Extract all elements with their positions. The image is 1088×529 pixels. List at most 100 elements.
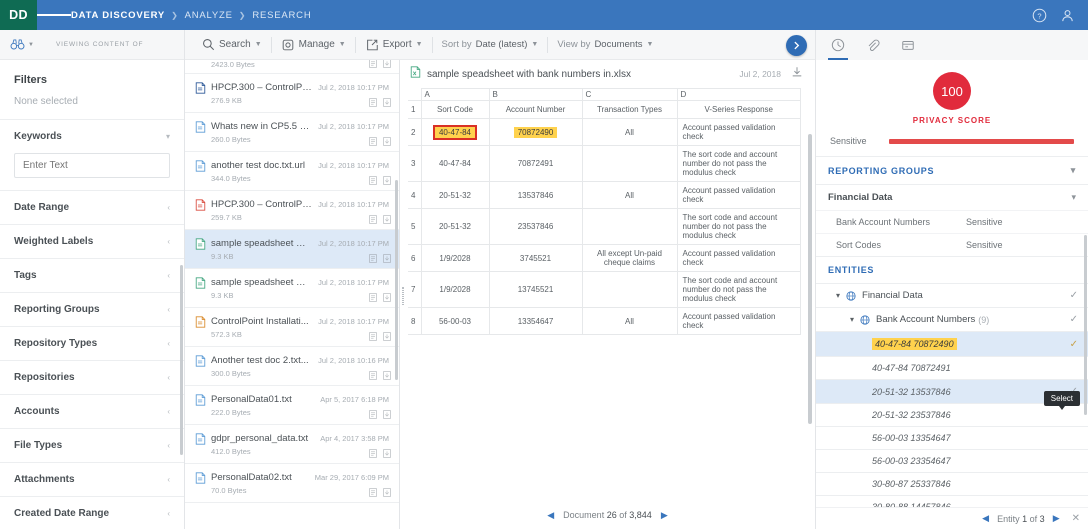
collapse-panel-button[interactable] (786, 35, 807, 56)
next-document-button[interactable]: ▶ (661, 510, 668, 521)
spreadsheet-viewport[interactable]: A B C D 1 Sort Code Account Number Transaction … (400, 88, 815, 501)
spreadsheet-column-letter[interactable]: C (581, 88, 678, 101)
entities-section-header[interactable]: ENTITIES (816, 256, 1088, 283)
sidebar-scrollbar-thumb[interactable] (180, 265, 183, 455)
cell-account-number[interactable]: 3745521 (488, 244, 583, 272)
cell-sort-code[interactable]: 20-51-32 (420, 208, 490, 245)
hamburger-menu-icon[interactable] (37, 0, 71, 30)
cell-sort-code[interactable]: 40-47-84 (420, 118, 490, 146)
details-scrollbar-thumb[interactable] (1084, 235, 1087, 415)
filter-section-keywords[interactable]: Keywords ▾ (0, 119, 184, 153)
document-list-item[interactable]: gdpr_personal_data.txt Apr 4, 2017 3:58 P… (185, 425, 399, 464)
document-list-item[interactable]: Another test doc 2.txt... Jul 2, 2018 10:… (185, 347, 399, 386)
filter-section-weighted-labels[interactable]: Weighted Labels ‹ (0, 224, 184, 258)
prev-entity-button[interactable]: ◀ (982, 513, 989, 524)
filters-scroll-area[interactable]: Filters None selected Keywords ▾ Date Ra… (0, 60, 184, 529)
entity-value-row[interactable]: 20-51-32 23537846 (816, 403, 1088, 426)
keywords-input[interactable] (14, 153, 170, 178)
cell-vseries-response[interactable]: The sort code and account number do not … (676, 145, 801, 182)
cell-account-number[interactable]: 13745521 (488, 271, 583, 308)
entity-check-icon[interactable]: ✓ (1070, 290, 1078, 301)
document-list-item[interactable]: PersonalData01.txt Apr 5, 2017 6:18 PM 222… (185, 386, 399, 425)
document-list-item-actions[interactable] (369, 371, 391, 380)
export-button[interactable]: Export ▼ (356, 38, 432, 52)
tab-attachments[interactable] (860, 30, 886, 60)
cell-vseries-response[interactable]: Account passed validation check (676, 181, 801, 209)
filter-section-accounts[interactable]: Accounts ‹ (0, 394, 184, 428)
breadcrumb-item-research[interactable]: RESEARCH (252, 10, 311, 21)
filter-section-repository-types[interactable]: Repository Types ‹ (0, 326, 184, 360)
document-scrollbar-thumb[interactable] (808, 134, 812, 424)
document-list-item-actions[interactable] (369, 410, 391, 419)
sort-by-dropdown[interactable]: Sort by Date (latest) ▼ (433, 39, 548, 50)
filter-section-repositories[interactable]: Repositories ‹ (0, 360, 184, 394)
document-list-item-actions[interactable] (369, 176, 391, 185)
help-circle-icon[interactable]: ? (1032, 8, 1047, 23)
cell-vseries-response[interactable]: The sort code and account number do not … (676, 271, 801, 308)
document-list-item-actions[interactable] (369, 254, 391, 263)
tab-metadata[interactable] (895, 30, 921, 60)
document-list-scrollbar-thumb[interactable] (395, 180, 398, 380)
tab-privacy-gauge[interactable] (825, 30, 851, 60)
cell-sort-code[interactable]: 1/9/2028 (420, 271, 490, 308)
spreadsheet-column-letter[interactable]: B (488, 88, 583, 101)
spreadsheet-column-letter[interactable]: D (676, 88, 801, 101)
cell-account-number[interactable]: 70872490 (488, 118, 583, 146)
app-logo[interactable]: DD (0, 0, 37, 30)
filter-section-date-range[interactable]: Date Range ‹ (0, 190, 184, 224)
entity-value-row[interactable]: 56-00-03 13354647 (816, 426, 1088, 449)
cell-vseries-response[interactable]: The sort code and account number do not … (676, 208, 801, 245)
download-icon[interactable] (791, 65, 803, 83)
cell-transaction-types[interactable] (581, 208, 678, 245)
user-icon[interactable] (1060, 8, 1075, 23)
entity-value-row[interactable]: 30-80-87 25337846 (816, 472, 1088, 495)
document-list-item-actions[interactable] (369, 449, 391, 458)
document-list-item[interactable]: Whats new in CP5.5 - ... Jul 2, 2018 10:1… (185, 113, 399, 152)
cell-vseries-response[interactable]: Account passed validation check (676, 118, 801, 146)
document-list-item[interactable]: ControlPoint Installati... Jul 2, 2018 10… (185, 308, 399, 347)
entity-check-icon[interactable]: ✓ (1070, 314, 1078, 325)
entity-value-row[interactable]: 40-47-84 70872491 (816, 356, 1088, 379)
entity-node-bank-account-numbers[interactable]: ▾ Bank Account Numbers (9) ✓ (816, 307, 1088, 331)
cell-vseries-response[interactable]: Account passed validation check (676, 244, 801, 272)
document-list-item-actions[interactable] (369, 215, 391, 224)
reporting-group-financial-data[interactable]: Financial Data ▾ (816, 184, 1088, 210)
cell-transaction-types[interactable]: All (581, 307, 678, 335)
filter-section-attachments[interactable]: Attachments ‹ (0, 462, 184, 496)
breadcrumb-item-analyze[interactable]: ANALYZE (185, 10, 233, 21)
cell-transaction-types[interactable]: All (581, 181, 678, 209)
document-list-item[interactable]: HPCP.300 – ControlPo... Jul 2, 2018 10:17… (185, 74, 399, 113)
document-list-item[interactable]: HPCP.300 – ControlPo... Jul 2, 2018 10:17… (185, 191, 399, 230)
filter-section-reporting-groups[interactable]: Reporting Groups ‹ (0, 292, 184, 326)
document-list-item-actions[interactable] (369, 98, 391, 107)
document-list-item-actions[interactable] (369, 488, 391, 497)
details-body[interactable]: 100 PRIVACY SCORE Sensitive REPORTING GR… (816, 60, 1088, 507)
document-list-item[interactable]: sample speadsheet wit... Jul 2, 2018 10:1… (185, 269, 399, 308)
filter-section-created-date-range[interactable]: Created Date Range ‹ (0, 496, 184, 529)
close-icon[interactable]: ✕ (1072, 513, 1080, 524)
document-list-item-actions[interactable] (369, 60, 391, 68)
reporting-groups-section-header[interactable]: REPORTING GROUPS ▾ (816, 156, 1088, 184)
filter-section-file-types[interactable]: File Types ‹ (0, 428, 184, 462)
document-list-scroll[interactable]: 2423.0 Bytes HPCP.300 – ControlPo... Jul 2… (185, 60, 399, 529)
cell-sort-code[interactable]: 20-51-32 (420, 181, 490, 209)
next-entity-button[interactable]: ▶ (1053, 513, 1060, 524)
search-button[interactable]: Search ▼ (193, 38, 271, 51)
document-list-item[interactable]: sample speadsheet wit... Jul 2, 2018 10:1… (185, 230, 399, 269)
entity-node-financial-data[interactable]: ▾ Financial Data ✓ (816, 283, 1088, 307)
cell-sort-code[interactable]: 56-00-03 (420, 307, 490, 335)
document-list-item-actions[interactable] (369, 137, 391, 146)
cell-account-number[interactable]: 13537846 (488, 181, 583, 209)
document-list-item[interactable]: PersonalData02.txt Mar 29, 2017 6:09 PM 70… (185, 464, 399, 503)
manage-button[interactable]: Manage ▼ (272, 38, 355, 52)
document-list-item-actions[interactable] (369, 293, 391, 302)
filter-section-tags[interactable]: Tags ‹ (0, 258, 184, 292)
entity-value-row[interactable]: 30-80-88 14457846 (816, 495, 1088, 507)
document-list-item[interactable]: another test doc.txt.url Jul 2, 2018 10:1… (185, 152, 399, 191)
entity-check-icon[interactable]: ✓ (1070, 339, 1078, 350)
cell-sort-code[interactable]: 40-47-84 (420, 145, 490, 182)
cell-transaction-types[interactable] (581, 271, 678, 308)
document-list-item[interactable]: 2423.0 Bytes (185, 60, 399, 74)
cell-vseries-response[interactable]: Account passed validation check (676, 307, 801, 335)
entity-value-row[interactable]: 40-47-84 70872490 ✓ (816, 331, 1088, 356)
